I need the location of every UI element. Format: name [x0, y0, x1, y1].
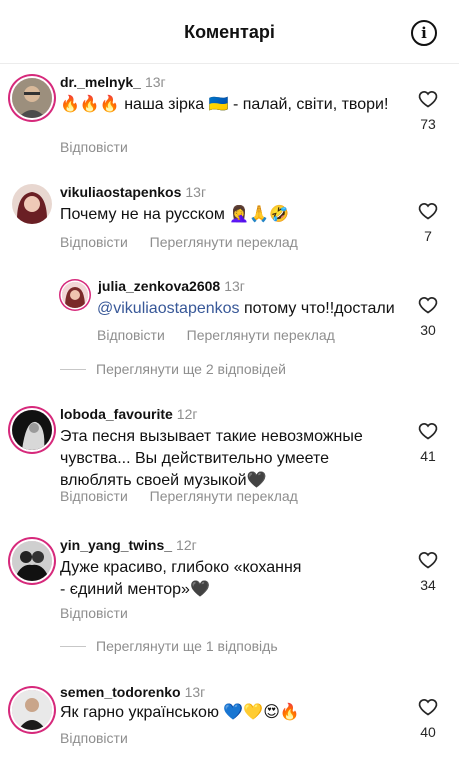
divider	[60, 368, 86, 370]
heart-icon[interactable]	[418, 295, 438, 315]
comment-time: 12г	[176, 537, 197, 553]
comment: dr._melnyk_ 13г 🔥🔥🔥 наша зірка 🇺🇦 - палай…	[0, 70, 459, 162]
avatar[interactable]	[12, 78, 52, 118]
comment-time: 13г	[184, 684, 206, 700]
comment-text: Як гарно українською 💙💛😍🔥	[60, 704, 300, 721]
avatar[interactable]	[12, 410, 52, 450]
heart-icon[interactable]	[418, 697, 438, 717]
like-count: 40	[420, 724, 436, 740]
heart-icon[interactable]	[418, 550, 438, 570]
comment-actions: Відповісти Переглянути переклад	[60, 234, 316, 250]
comment-time: 13г	[144, 74, 166, 90]
like-count: 73	[420, 116, 436, 132]
comment-text: Эта песня вызывает такие невозможные чув…	[60, 428, 363, 489]
translate-button[interactable]: Переглянути переклад	[150, 234, 298, 250]
mention-link[interactable]: @vikuliaostapenkos	[97, 300, 240, 317]
comment-text: 🔥🔥🔥 наша зірка 🇺🇦 - палай, світи, твори!	[60, 96, 389, 113]
view-more-replies[interactable]: Переглянути ще 1 відповідь	[60, 638, 278, 654]
heart-icon[interactable]	[418, 421, 438, 441]
reply-button[interactable]: Відповісти	[60, 234, 128, 250]
comment-actions: Відповісти	[60, 730, 146, 746]
view-more-replies[interactable]: Переглянути ще 2 відповідей	[60, 361, 286, 377]
like-count: 30	[420, 322, 436, 338]
page-title: Коментарі	[184, 22, 275, 42]
header: Коментарі i	[0, 0, 459, 64]
comment-actions: Відповісти Переглянути переклад	[97, 327, 353, 343]
avatar[interactable]	[12, 690, 52, 730]
comment-time: 12г	[176, 406, 198, 422]
comment-text: Почему не на русском 🤦‍♀️🙏🤣	[60, 206, 290, 223]
reply-button[interactable]: Відповісти	[60, 605, 128, 621]
divider	[60, 645, 86, 647]
comment-username[interactable]: julia_zenkova2608 13г	[98, 278, 245, 294]
heart-icon[interactable]	[418, 201, 438, 221]
comment-username[interactable]: dr._melnyk_ 13г	[60, 74, 166, 90]
avatar[interactable]	[62, 282, 88, 308]
translate-button[interactable]: Переглянути переклад	[187, 327, 335, 343]
avatar[interactable]	[12, 184, 52, 224]
reply-button[interactable]: Відповісти	[97, 327, 165, 343]
comment-username[interactable]: semen_todorenko 13г	[60, 684, 205, 700]
reply-comment: julia_zenkova2608 13г @vikuliaostapenkos …	[0, 274, 459, 352]
translate-button[interactable]: Переглянути переклад	[150, 488, 298, 504]
like-count: 7	[424, 228, 432, 244]
comment-actions: Відповісти Переглянути переклад	[60, 488, 316, 504]
reply-button[interactable]: Відповісти	[60, 139, 128, 155]
comment-actions: Відповісти	[60, 139, 146, 155]
avatar[interactable]	[12, 541, 52, 581]
reply-button[interactable]: Відповісти	[60, 488, 128, 504]
like-count: 41	[420, 448, 436, 464]
comment-username[interactable]: loboda_favourite 12г	[60, 406, 197, 422]
comment-username[interactable]: vikuliaostapenkos 13г	[60, 184, 206, 200]
heart-icon[interactable]	[418, 89, 438, 109]
comment-text: @vikuliaostapenkos потому что!!достали	[97, 300, 395, 317]
comment: vikuliaostapenkos 13г Почему не на русско…	[0, 180, 459, 260]
comment: semen_todorenko 13г Як гарно українською …	[0, 682, 459, 762]
comment-text: Дуже красиво, глибоко «кохання - єдиний …	[60, 559, 302, 598]
comment: loboda_favourite 12г Эта песня вызывает т…	[0, 402, 459, 510]
comment-time: 13г	[224, 278, 245, 294]
comment-actions: Відповісти	[60, 605, 146, 621]
like-count: 34	[420, 577, 436, 593]
comment: yin_yang_twins_ 12г Дуже красиво, глибоко…	[0, 533, 459, 623]
comment-time: 13г	[185, 184, 207, 200]
comment-username[interactable]: yin_yang_twins_ 12г	[60, 537, 197, 553]
info-icon[interactable]: i	[411, 20, 437, 46]
reply-button[interactable]: Відповісти	[60, 730, 128, 746]
